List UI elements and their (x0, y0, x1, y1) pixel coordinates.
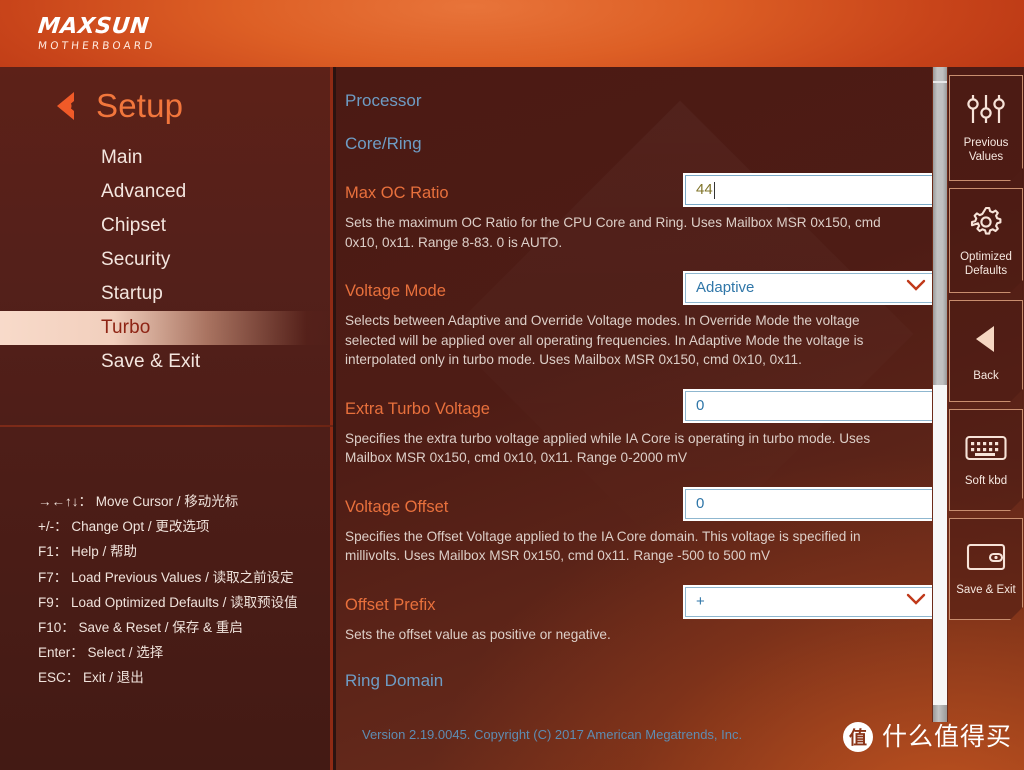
key-help-row: Enter： Select / 选择 (38, 645, 164, 661)
setting-description: Selects between Adaptive and Override Vo… (345, 313, 864, 367)
soft-keyboard-button[interactable]: Soft kbd (949, 409, 1023, 511)
setting-label: Voltage Mode (345, 282, 446, 300)
sliders-icon (965, 92, 1007, 131)
button-label-line1: Back (973, 370, 999, 382)
back-chevron-icon[interactable] (44, 87, 82, 125)
button-label-line1: Save & Exit (956, 584, 1016, 596)
chevron-down-icon (906, 593, 926, 611)
sidebar-menu: Main Advanced Chipset Security Startup T… (0, 141, 333, 379)
back-button[interactable]: Back (949, 300, 1023, 402)
input-value: 0 (696, 494, 705, 512)
gear-icon (968, 204, 1004, 245)
voltage-mode-select[interactable]: Adaptive (683, 271, 938, 305)
keyboard-help: →←↑↓： Move Cursor / 移动光标 +/-： Change Opt… (38, 489, 333, 691)
watermark-badge-icon: 值 (842, 722, 873, 752)
left-sidebar: Setup Main Advanced Chipset Security Sta… (0, 67, 333, 770)
sidebar-item-label: Security (101, 249, 171, 270)
section-heading-processor: Processor (345, 91, 422, 110)
scrollbar-bottom-button[interactable] (933, 705, 947, 722)
setting-extra-turbo-voltage: Extra Turbo Voltage 0 Specifies the extr… (345, 388, 938, 468)
back-triangle-icon (966, 319, 1006, 364)
extra-turbo-voltage-input[interactable]: 0 (683, 388, 938, 423)
sidebar-item-label: Turbo (101, 317, 151, 338)
settings-list: Processor Core/Ring Max OC Ratio 44 Sets… (345, 67, 938, 691)
chevron-down-icon (906, 279, 926, 297)
key-help-row: F7： Load Previous Values / 读取之前设定 (38, 569, 294, 585)
app-header: MAXSUN MOTHERBOARD (0, 0, 1024, 67)
sidebar-item-main[interactable]: Main (0, 141, 333, 175)
key-help-row: F9： Load Optimized Defaults / 读取预设值 (38, 594, 298, 610)
text-caret (713, 181, 716, 199)
button-label-line2: Defaults (964, 264, 1008, 277)
brand-logo-main: MAXSUN (36, 14, 151, 39)
optimized-defaults-button[interactable]: Optimized Defaults (949, 188, 1023, 293)
setting-voltage-offset: Voltage Offset 0 Specifies the Offset Vo… (345, 486, 938, 566)
scrollbar-thumb[interactable] (933, 67, 947, 385)
sidebar-item-label: Startup (101, 283, 163, 304)
setting-label: Extra Turbo Voltage (345, 399, 490, 418)
sidebar-item-label: Save & Exit (101, 351, 201, 372)
input-value: 44 (696, 181, 713, 198)
section-heading-ring-domain: Ring Domain (345, 671, 444, 690)
button-label-line1: Optimized (960, 250, 1012, 263)
sidebar-item-label: Chipset (101, 215, 167, 236)
keyboard-icon (964, 432, 1008, 469)
previous-values-button[interactable]: Previous Values (949, 75, 1023, 181)
sidebar-item-turbo[interactable]: Turbo (0, 311, 333, 345)
version-footer: Version 2.19.0045. Copyright (C) 2017 Am… (362, 727, 743, 742)
sidebar-item-save-exit[interactable]: Save & Exit (0, 345, 333, 379)
brand-logo: MAXSUN MOTHERBOARD (36, 14, 156, 53)
setting-voltage-mode: Voltage Mode Adaptive Selects between Ad… (345, 271, 938, 370)
input-value: 0 (696, 396, 705, 414)
offset-prefix-select[interactable]: + (683, 584, 938, 619)
sidebar-item-advanced[interactable]: Advanced (0, 175, 333, 209)
setup-header: Setup (44, 87, 183, 125)
button-label-line1: Previous (963, 137, 1009, 149)
button-label-line2: Values (968, 151, 1004, 163)
setting-label: Voltage Offset (345, 497, 449, 516)
watermark: 值 什么值得买 (842, 722, 1012, 752)
setting-description: Sets the offset value as positive or neg… (345, 626, 611, 642)
setting-description: Sets the maximum OC Ratio for the CPU Co… (345, 215, 881, 250)
sidebar-item-label: Advanced (101, 181, 187, 202)
watermark-text: 什么值得买 (881, 722, 1012, 751)
sidebar-item-startup[interactable]: Startup (0, 277, 333, 311)
setting-description: Specifies the Offset Voltage applied to … (345, 528, 861, 564)
key-help-row: F1： Help / 帮助 (38, 544, 138, 560)
setting-description: Specifies the extra turbo voltage applie… (345, 430, 871, 466)
voltage-offset-input[interactable]: 0 (683, 486, 938, 521)
key-help-row: →←↑↓： Move Cursor / 移动光标 (38, 494, 239, 509)
right-action-panel: Previous Values Optimized Defaults Back (948, 67, 1024, 770)
page-title: Setup (96, 87, 184, 124)
setting-offset-prefix: Offset Prefix + Sets the offset value as… (345, 584, 938, 645)
select-value: Adaptive (696, 279, 755, 296)
setting-label: Offset Prefix (345, 595, 436, 614)
sidebar-item-chipset[interactable]: Chipset (0, 209, 333, 243)
button-label-line1: Soft kbd (964, 475, 1008, 487)
sidebar-divider (0, 425, 333, 427)
select-value: + (696, 592, 705, 610)
bios-setup-screen: MAXSUN MOTHERBOARD Setup Main Advanced C… (0, 0, 1024, 770)
setting-label: Max OC Ratio (345, 184, 449, 202)
main-scrollbar[interactable] (932, 67, 948, 722)
main-content: Processor Core/Ring Max OC Ratio 44 Sets… (336, 67, 1024, 770)
setting-max-oc-ratio: Max OC Ratio 44 Sets the maximum OC Rati… (345, 173, 938, 252)
max-oc-ratio-input[interactable]: 44 (683, 173, 938, 207)
sidebar-item-security[interactable]: Security (0, 243, 333, 277)
section-heading-core-ring: Core/Ring (345, 134, 422, 153)
brand-logo-sub: MOTHERBOARD (37, 40, 156, 52)
key-help-row: ESC： Exit / 退出 (38, 670, 144, 686)
key-help-row: F10： Save & Reset / 保存 & 重启 (38, 620, 243, 636)
key-help-row: +/-： Change Opt / 更改选项 (38, 519, 210, 535)
save-and-exit-button[interactable]: Save & Exit (949, 518, 1023, 620)
sidebar-item-label: Main (101, 147, 143, 168)
exit-door-icon (965, 541, 1007, 578)
